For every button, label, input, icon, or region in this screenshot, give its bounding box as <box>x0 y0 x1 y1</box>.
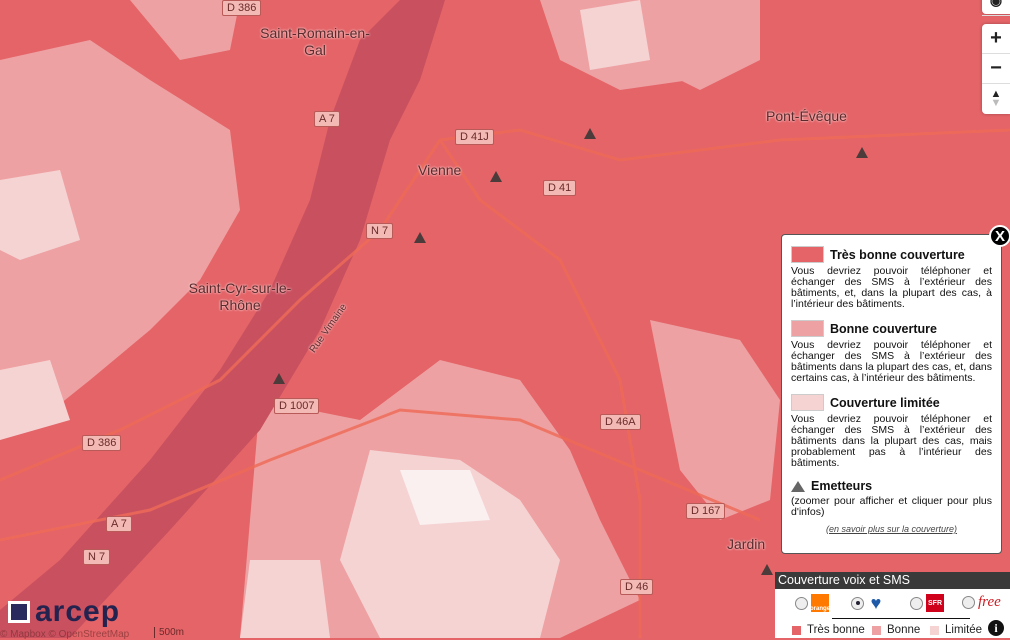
compass-button[interactable]: ▲ ▼ <box>982 84 1010 114</box>
swatch-limitee <box>791 394 824 411</box>
road-label: D 386 <box>222 0 262 16</box>
emitter-icon[interactable] <box>584 128 596 139</box>
emitter-icon[interactable] <box>856 147 868 158</box>
sfr-logo: SFR <box>926 594 944 612</box>
legend-heading: Très bonne couverture <box>830 247 965 262</box>
more-info-link[interactable]: (en savoir plus sur la couverture) <box>791 524 992 534</box>
arcep-logo: arcep <box>8 595 121 628</box>
road-label: D 41J <box>455 129 494 145</box>
legend-title-emetteurs: Emetteurs <box>791 479 992 493</box>
operator-panel: Couverture voix et SMS orange ♥ SFR free… <box>775 572 1010 638</box>
arcep-logo-text: arcep <box>35 595 121 628</box>
location-icon: ◉ <box>982 0 1010 16</box>
operator-orange[interactable]: orange <box>795 594 830 612</box>
place-label: Vienne <box>418 162 462 178</box>
legend-title-tres-bonne: Très bonne couverture <box>791 246 992 263</box>
swatch-bonne <box>791 320 824 337</box>
legend-title-limitee: Couverture limitée <box>791 394 992 411</box>
close-legend-button[interactable]: X <box>989 225 1010 247</box>
legend-limitee: Limitée <box>930 624 982 636</box>
divider <box>832 618 970 619</box>
road-label: A 7 <box>314 111 340 127</box>
legend-text: (zoomer pour afficher et cliquer pour pl… <box>791 495 992 518</box>
emitter-icon[interactable] <box>273 373 285 384</box>
place-label: Saint-Cyr-sur-le-Rhône <box>188 280 292 313</box>
operator-bouygues[interactable]: ♥ <box>851 592 885 613</box>
panel-title: Couverture voix et SMS <box>775 572 1010 589</box>
place-label: Pont-Évêque <box>766 108 847 124</box>
road-label: D 41 <box>543 180 577 196</box>
legend-text: Vous devriez pouvoir téléphoner et échan… <box>791 339 992 384</box>
locate-button[interactable]: ◉ <box>982 0 1010 16</box>
road-label: D 1007 <box>274 398 320 414</box>
legend-heading: Bonne couverture <box>830 321 937 336</box>
swatch-tres-bonne <box>791 246 824 263</box>
legend-heading: Emetteurs <box>811 479 873 493</box>
bouygues-logo: ♥ <box>870 592 882 613</box>
free-logo: free <box>978 594 1001 610</box>
radio-bouygues[interactable] <box>851 596 864 610</box>
legend-label: Très bonne <box>807 624 865 636</box>
emitter-icon[interactable] <box>761 564 773 575</box>
legend-tres-bonne: Très bonne <box>792 624 865 636</box>
legend-text: Vous devriez pouvoir téléphoner et échan… <box>791 265 992 310</box>
radio-sfr[interactable] <box>910 596 923 610</box>
info-icon[interactable]: i <box>988 620 1004 636</box>
zoom-in-button[interactable]: + <box>982 24 1010 54</box>
zoom-controls: + − ▲ ▼ <box>982 24 1010 114</box>
orange-logo: orange <box>810 594 830 612</box>
road-label: D 46 <box>620 579 654 595</box>
radio-orange[interactable] <box>795 596 808 610</box>
legend-label: Bonne <box>887 624 921 636</box>
legend-label: Limitée <box>945 624 983 636</box>
arcep-logo-icon <box>8 601 30 623</box>
road-label: D 46A <box>600 414 641 430</box>
emitter-icon[interactable] <box>414 232 426 243</box>
operator-free[interactable]: free <box>962 594 1001 611</box>
place-label: Saint-Romain-en-Gal <box>260 25 370 58</box>
place-label: Jardin <box>727 536 766 552</box>
road-label: D 386 <box>82 435 122 451</box>
attribution[interactable]: © Mapbox © OpenStreetMap <box>0 629 129 640</box>
operator-sfr[interactable]: SFR <box>910 594 944 612</box>
coverage-legend: Très bonne couverture Vous devriez pouvo… <box>781 234 1002 554</box>
legend-bonne: Bonne <box>872 624 920 636</box>
road-label: A 7 <box>106 516 132 532</box>
legend-title-bonne: Bonne couverture <box>791 320 992 337</box>
legend-text: Vous devriez pouvoir téléphoner et échan… <box>791 413 992 469</box>
emitter-icon <box>791 480 805 492</box>
road-label: N 7 <box>366 223 394 239</box>
emitter-icon[interactable] <box>490 171 502 182</box>
scale-bar: 500m <box>154 627 184 638</box>
road-label: D 167 <box>686 503 726 519</box>
radio-free[interactable] <box>962 596 975 609</box>
zoom-out-button[interactable]: − <box>982 54 1010 84</box>
road-label: N 7 <box>83 549 111 565</box>
legend-heading: Couverture limitée <box>830 395 940 410</box>
